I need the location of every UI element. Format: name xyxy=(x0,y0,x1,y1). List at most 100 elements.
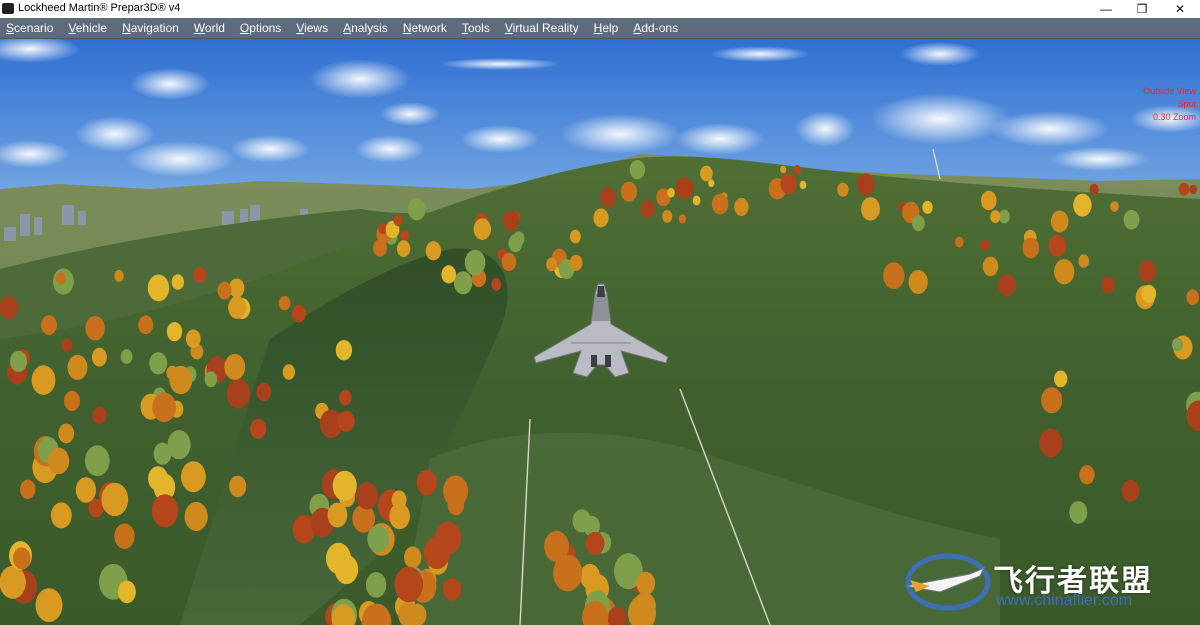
tree xyxy=(982,256,999,277)
tree xyxy=(181,461,206,493)
tree xyxy=(678,214,687,224)
menu-analysis[interactable]: Analysis xyxy=(337,18,397,38)
tree xyxy=(572,509,592,533)
tree xyxy=(138,315,154,335)
tree xyxy=(1141,284,1157,303)
tree xyxy=(1050,210,1069,233)
tree xyxy=(416,469,437,496)
tree xyxy=(908,270,928,294)
menu-help[interactable]: Help xyxy=(588,18,628,38)
tree xyxy=(473,218,491,241)
tree xyxy=(250,418,267,439)
tree xyxy=(447,494,465,516)
tree xyxy=(167,430,191,460)
simulator-viewport[interactable]: Outside View Spot 0.30 Zoom xyxy=(0,39,1200,625)
tree xyxy=(114,270,124,282)
zoom-label: 0.30 Zoom xyxy=(1152,112,1196,122)
tree xyxy=(335,340,353,361)
menu-views[interactable]: Views xyxy=(290,18,337,38)
tree xyxy=(662,210,673,223)
tree xyxy=(1048,234,1067,257)
tree xyxy=(1110,201,1119,213)
tree xyxy=(912,215,925,232)
tree xyxy=(553,554,583,592)
tree xyxy=(464,249,486,276)
close-button[interactable]: ✕ xyxy=(1162,0,1198,18)
tree xyxy=(866,207,877,220)
watermark: 飞行者联盟 www.chinaflier.com xyxy=(900,542,1200,622)
menu-tools[interactable]: Tools xyxy=(456,18,499,38)
tree xyxy=(780,165,787,174)
tree xyxy=(734,197,749,216)
tree xyxy=(396,240,411,258)
tree xyxy=(35,588,63,622)
tree xyxy=(1054,259,1075,285)
tree xyxy=(857,173,875,196)
tree xyxy=(256,382,272,402)
tree xyxy=(997,273,1017,297)
camera-mode-label: Spot xyxy=(1177,99,1196,109)
tree xyxy=(593,208,609,228)
tree xyxy=(955,236,964,248)
tree xyxy=(193,267,207,283)
tree xyxy=(1089,183,1099,195)
tree xyxy=(0,296,19,320)
tree xyxy=(10,350,28,372)
tree xyxy=(700,165,713,182)
tree xyxy=(91,347,107,367)
tree xyxy=(41,315,57,335)
tree xyxy=(981,190,997,211)
tree xyxy=(0,565,26,599)
tree xyxy=(585,531,605,556)
view-name-label: Outside View xyxy=(1143,86,1196,96)
menu-world[interactable]: World xyxy=(188,18,234,38)
scene-render xyxy=(0,39,1200,625)
tree xyxy=(1189,184,1198,195)
menu-scenario[interactable]: Scenario xyxy=(0,18,62,38)
tree xyxy=(50,502,72,529)
restore-button[interactable]: ❐ xyxy=(1124,0,1160,18)
title-bar: Lockheed Martin® Prepar3D® v4 — ❐ ✕ xyxy=(0,0,1200,18)
app-icon xyxy=(2,3,14,14)
menu-vehicle[interactable]: Vehicle xyxy=(62,18,116,38)
tree xyxy=(570,229,581,244)
tree xyxy=(393,214,403,227)
menu-navigation[interactable]: Navigation xyxy=(116,18,188,38)
tree xyxy=(85,445,110,477)
menu-virtual-reality[interactable]: Virtual Reality xyxy=(499,18,588,38)
menu-bar: Scenario Vehicle Navigation World Options Vie… xyxy=(0,18,1200,39)
tree xyxy=(620,181,638,202)
tree xyxy=(883,262,905,289)
tree xyxy=(92,406,107,425)
tree xyxy=(407,198,426,221)
tree xyxy=(48,447,70,475)
menu-options[interactable]: Options xyxy=(234,18,290,38)
menu-add-ons[interactable]: Add-ons xyxy=(627,18,687,38)
tree xyxy=(184,502,208,531)
tree xyxy=(327,502,348,528)
tree xyxy=(114,523,135,549)
tree xyxy=(546,257,558,272)
tree xyxy=(636,571,656,596)
tree xyxy=(291,304,306,323)
tree xyxy=(1078,254,1090,268)
tree xyxy=(1172,337,1183,352)
tree xyxy=(228,296,247,319)
tree xyxy=(356,482,379,510)
tree xyxy=(442,578,462,601)
tree xyxy=(569,254,583,271)
tree xyxy=(1079,465,1095,485)
tree xyxy=(1178,182,1190,196)
watermark-url: www.chinaflier.com xyxy=(996,592,1133,609)
tree xyxy=(1039,428,1063,458)
tree xyxy=(508,234,523,253)
minimize-button[interactable]: — xyxy=(1088,0,1124,18)
tree xyxy=(640,199,655,218)
menu-network[interactable]: Network xyxy=(397,18,456,38)
tree xyxy=(404,546,422,569)
tree xyxy=(453,271,473,295)
tree xyxy=(400,229,410,241)
tree xyxy=(799,180,807,190)
tree xyxy=(339,389,352,406)
tree xyxy=(434,521,462,555)
